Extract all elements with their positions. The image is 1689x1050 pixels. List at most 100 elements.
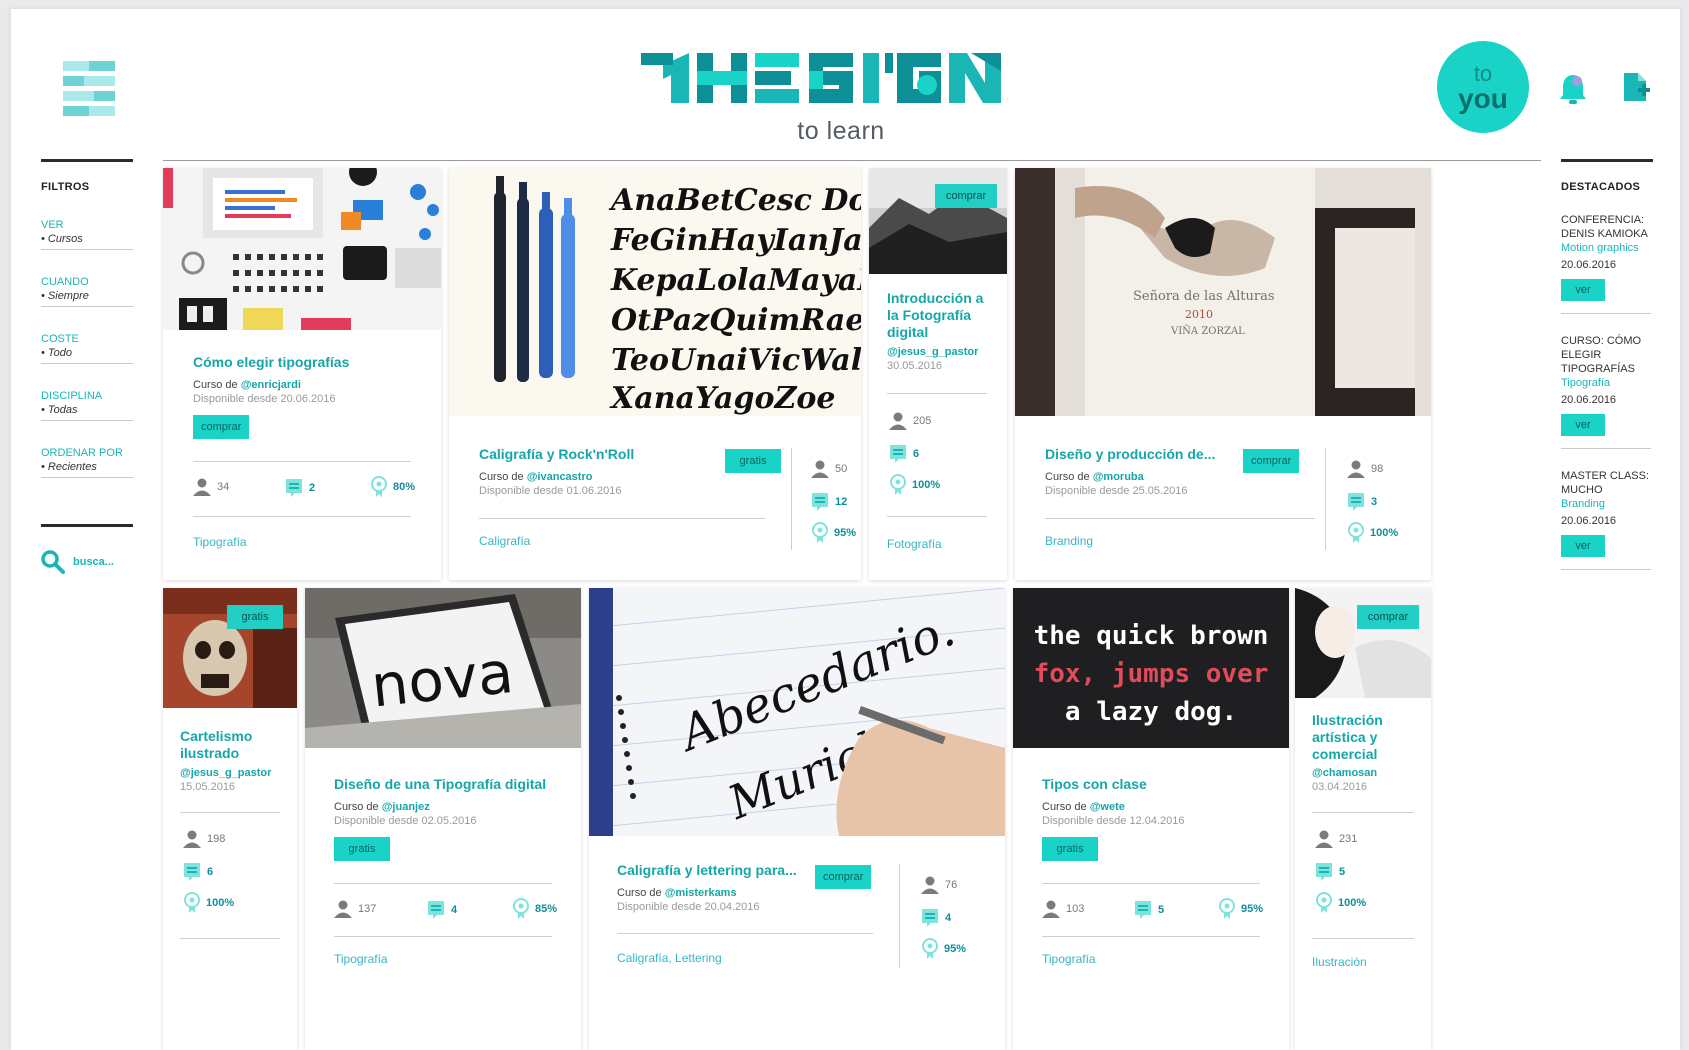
course-card[interactable]: nova Diseño de una Tipografía digital Cu… — [305, 588, 581, 1050]
course-author[interactable]: @misterkams — [665, 887, 737, 899]
lessons-stat: 6 — [889, 444, 919, 464]
card-divider — [1042, 936, 1260, 937]
course-author[interactable]: @moruba — [1093, 471, 1144, 483]
filter-value: • Todas — [41, 404, 78, 416]
featured-item: MASTER CLASS: MUCHO Branding 20.06.2016 … — [1561, 469, 1651, 570]
card-divider — [193, 461, 411, 462]
course-card[interactable]: gratis Cartelismo ilustrado @jesus_g_pas… — [163, 588, 297, 1050]
course-title[interactable]: Introducción a la Fotografía digital — [887, 290, 997, 341]
course-author[interactable]: @ivancastro — [527, 471, 593, 483]
course-author[interactable]: @wete — [1090, 801, 1125, 813]
featured-item-category[interactable]: Motion graphics — [1561, 241, 1651, 255]
course-tag[interactable]: Tipografía — [1042, 952, 1096, 966]
lessons-stat: 6 — [183, 862, 213, 882]
featured-ver-button[interactable]: ver — [1561, 414, 1605, 436]
students-stat: 103 — [1042, 900, 1084, 918]
course-title[interactable]: Ilustración artística y comercial — [1312, 712, 1422, 763]
card-vertical-divider — [1325, 448, 1326, 550]
featured-ver-button[interactable]: ver — [1561, 279, 1605, 301]
award-icon — [922, 938, 938, 959]
course-tag[interactable]: Fotografía — [887, 537, 942, 551]
course-card[interactable]: AnaBetCesc DonEv FeGinHayIanJau KepaLola… — [449, 168, 861, 580]
filter-key: ORDENAR POR — [41, 447, 123, 459]
filter-cuando[interactable]: CUANDO • Siempre — [41, 276, 133, 307]
course-card[interactable]: comprar Ilustración artística y comercia… — [1295, 588, 1431, 1050]
course-author[interactable]: @chamosan — [1312, 767, 1377, 779]
course-tag[interactable]: Branding — [1045, 534, 1093, 548]
course-card[interactable]: Abecedario. Muricla Caligrafía y letteri… — [589, 588, 1005, 1050]
course-title[interactable]: Cartelismo ilustrado — [180, 728, 290, 762]
menu-icon[interactable] — [63, 61, 115, 116]
user-icon — [1315, 830, 1333, 848]
course-tag[interactable]: Tipografía — [334, 952, 388, 966]
course-author[interactable]: @enricjardi — [241, 379, 301, 391]
to-you-button[interactable]: to you — [1437, 41, 1529, 133]
course-title[interactable]: Cómo elegir tipografías — [193, 354, 349, 371]
art-line: AnaBetCesc DonEv — [608, 183, 861, 218]
course-tag[interactable]: Caligrafía — [479, 534, 530, 548]
gratis-button[interactable]: gratis — [334, 837, 390, 861]
course-card[interactable]: the quick brown fox, jumps over a lazy d… — [1013, 588, 1289, 1050]
filters-title: FILTROS — [41, 181, 90, 193]
course-card[interactable]: Señora de las Alturas 2010 VIÑA ZORZAL D… — [1015, 168, 1431, 580]
course-date: 15.05.2016 — [180, 781, 236, 793]
students-count: 34 — [217, 481, 230, 493]
course-image: AnaBetCesc DonEv FeGinHayIanJau KepaLola… — [449, 168, 861, 416]
filter-ordenar[interactable]: ORDENAR POR • Recientes — [41, 447, 133, 478]
comprar-button[interactable]: comprar — [193, 415, 250, 439]
art-line: KepaLolaMayaN — [610, 263, 861, 298]
comprar-badge[interactable]: comprar — [935, 184, 997, 208]
course-author[interactable]: @jesus_g_pastor — [887, 346, 978, 358]
gratis-button[interactable]: gratis — [725, 449, 781, 473]
gratis-badge[interactable]: gratis — [227, 605, 283, 629]
filter-coste[interactable]: COSTE • Todo — [41, 333, 133, 364]
course-tag[interactable]: Tipografía — [193, 535, 247, 549]
filter-ver[interactable]: VER • Cursos — [41, 219, 133, 250]
add-document-icon[interactable] — [1622, 71, 1652, 105]
logo[interactable]: to learn — [641, 53, 1041, 149]
course-card[interactable]: comprar Introducción a la Fotografía dig… — [869, 168, 1007, 580]
art-line: fox, jumps over — [1034, 659, 1269, 689]
rating-stat: 100% — [890, 474, 940, 496]
rating-value: 100% — [206, 897, 235, 909]
notification-bell-icon[interactable] — [1558, 71, 1588, 105]
logo-mark-icon — [641, 53, 1001, 103]
user-icon — [183, 830, 201, 848]
course-title[interactable]: Caligrafía y lettering para... — [617, 862, 797, 879]
comprar-button[interactable]: comprar — [815, 865, 871, 889]
course-tag[interactable]: Caligrafía, Lettering — [617, 951, 722, 965]
course-author[interactable]: @juanjez — [382, 801, 430, 813]
course-title[interactable]: Diseño y producción de... — [1045, 446, 1215, 463]
course-date: Disponible desde 25.05.2016 — [1045, 485, 1188, 497]
gratis-button[interactable]: gratis — [1042, 837, 1098, 861]
comprar-button[interactable]: comprar — [1243, 449, 1299, 473]
course-meta: Curso de @enricjardi Disponible desde 20… — [193, 378, 336, 406]
award-icon — [1219, 898, 1235, 919]
featured-item: CONFERENCIA: DENIS KAMIOKA Motion graphi… — [1561, 213, 1651, 314]
lessons-icon — [1135, 901, 1151, 919]
students-count: 231 — [1339, 833, 1358, 845]
course-meta: Curso de @ivancastro Disponible desde 01… — [479, 470, 622, 498]
lessons-stat: 12 — [811, 492, 847, 512]
featured-item-category[interactable]: Tipografía — [1561, 376, 1651, 390]
search-button[interactable]: busca... — [41, 547, 141, 577]
featured-ver-button[interactable]: ver — [1561, 535, 1605, 557]
course-card[interactable]: Cómo elegir tipografías Curso de @enricj… — [163, 168, 441, 580]
rating-stat: 95% — [812, 522, 856, 544]
course-author[interactable]: @jesus_g_pastor — [180, 767, 271, 779]
students-count: 198 — [207, 833, 226, 845]
course-meta: Curso de @wete Disponible desde 12.04.20… — [1042, 800, 1185, 828]
user-icon — [889, 412, 907, 430]
course-title[interactable]: Caligrafía y Rock'n'Roll — [479, 446, 634, 463]
course-tag[interactable]: Ilustración — [1312, 955, 1367, 969]
students-stat: 98 — [1347, 460, 1383, 478]
course-meta: @chamosan 03.04.2016 — [1312, 766, 1377, 794]
comprar-badge[interactable]: comprar — [1357, 605, 1419, 629]
featured-item-category[interactable]: Branding — [1561, 497, 1651, 511]
filter-disciplina[interactable]: DISCIPLINA • Todas — [41, 390, 133, 421]
card-divider — [887, 516, 987, 517]
course-title[interactable]: Diseño de una Tipografía digital — [334, 776, 546, 793]
course-date: Disponible desde 20.04.2016 — [617, 901, 760, 913]
course-title[interactable]: Tipos con clase — [1042, 776, 1147, 793]
lessons-count: 4 — [451, 904, 458, 916]
